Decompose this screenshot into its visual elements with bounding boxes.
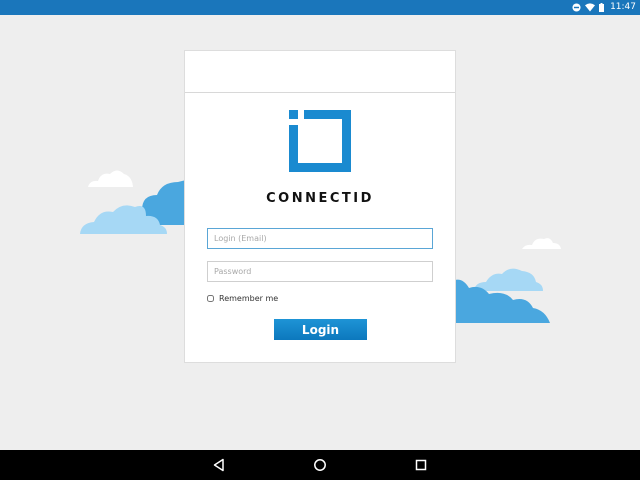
small-cloud-icon [522, 238, 561, 249]
login-email-input[interactable] [207, 228, 433, 249]
small-cloud-icon [88, 170, 133, 187]
recents-icon [415, 459, 427, 471]
card-header [185, 51, 455, 93]
home-button[interactable] [311, 456, 329, 474]
password-input[interactable] [207, 261, 433, 282]
do-not-disturb-icon [572, 3, 581, 12]
status-time: 11:47 [610, 2, 636, 12]
back-icon [213, 458, 224, 472]
login-button[interactable]: Login [274, 319, 367, 340]
remember-me-row[interactable]: Remember me [207, 294, 278, 303]
home-icon [314, 459, 326, 471]
wifi-icon [585, 3, 596, 12]
light-cloud-icon [80, 205, 167, 234]
dark-cloud-icon [455, 279, 550, 323]
login-card: CONNECTID Remember me Login [184, 50, 456, 363]
back-button[interactable] [210, 456, 228, 474]
remember-me-label: Remember me [219, 294, 279, 303]
battery-icon [599, 3, 605, 12]
status-bar: 11:47 [0, 0, 640, 15]
status-icons: 11:47 [572, 0, 636, 15]
navigation-bar [0, 450, 640, 480]
brand-name: CONNECTID [266, 191, 374, 206]
recents-button[interactable] [412, 456, 430, 474]
connectid-logo-icon [289, 110, 351, 172]
remember-me-checkbox[interactable] [207, 295, 214, 302]
